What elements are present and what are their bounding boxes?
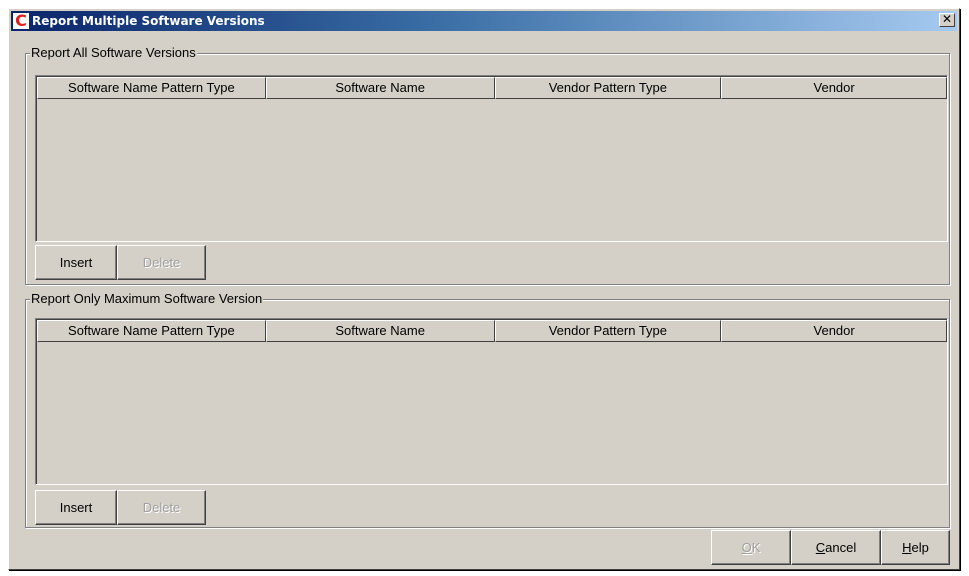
column-header-software-name[interactable]: Software Name <box>265 77 495 99</box>
table-header: Software Name Pattern Type Software Name… <box>37 320 947 342</box>
cancel-button[interactable]: Cancel <box>791 530 881 565</box>
insert-button[interactable]: Insert <box>35 245 117 280</box>
column-header-vendor[interactable]: Vendor <box>721 320 947 342</box>
column-header-software-name[interactable]: Software Name <box>265 320 495 342</box>
delete-button[interactable]: Delete <box>117 245 206 280</box>
help-mnemonic: H <box>902 540 912 555</box>
ok-button[interactable]: OK <box>711 530 791 565</box>
app-logo-icon: C <box>13 13 29 29</box>
report-all-versions-table[interactable]: Software Name Pattern Type Software Name… <box>35 75 948 242</box>
report-maximum-version-table[interactable]: Software Name Pattern Type Software Name… <box>35 318 948 485</box>
insert-button[interactable]: Insert <box>35 490 117 525</box>
column-header-vendor-pattern-type[interactable]: Vendor Pattern Type <box>494 77 722 99</box>
report-maximum-version-group: Report Only Maximum Software Version Sof… <box>25 291 950 528</box>
report-multiple-software-versions-dialog: C Report Multiple Software Versions ✕ Re… <box>8 8 960 570</box>
title-bar[interactable]: C Report Multiple Software Versions ✕ <box>11 11 957 31</box>
column-header-vendor[interactable]: Vendor <box>721 77 947 99</box>
close-button[interactable]: ✕ <box>939 13 955 27</box>
report-all-versions-group: Report All Software Versions Software Na… <box>25 45 950 285</box>
cancel-mnemonic: C <box>815 540 826 555</box>
help-button[interactable]: Help <box>881 530 950 565</box>
table-header: Software Name Pattern Type Software Name… <box>37 77 947 99</box>
close-icon: ✕ <box>941 12 953 26</box>
report-all-versions-label: Report All Software Versions <box>30 45 197 61</box>
column-header-vendor-pattern-type[interactable]: Vendor Pattern Type <box>494 320 722 342</box>
report-maximum-version-label: Report Only Maximum Software Version <box>30 291 264 307</box>
help-label: elp <box>911 540 929 555</box>
dialog-title: Report Multiple Software Versions <box>32 14 265 28</box>
ok-mnemonic: O <box>741 540 752 555</box>
column-header-software-name-pattern-type[interactable]: Software Name Pattern Type <box>37 77 266 99</box>
cancel-label: ancel <box>825 540 857 555</box>
delete-button[interactable]: Delete <box>117 490 206 525</box>
column-header-software-name-pattern-type[interactable]: Software Name Pattern Type <box>37 320 266 342</box>
ok-label: K <box>751 540 761 555</box>
